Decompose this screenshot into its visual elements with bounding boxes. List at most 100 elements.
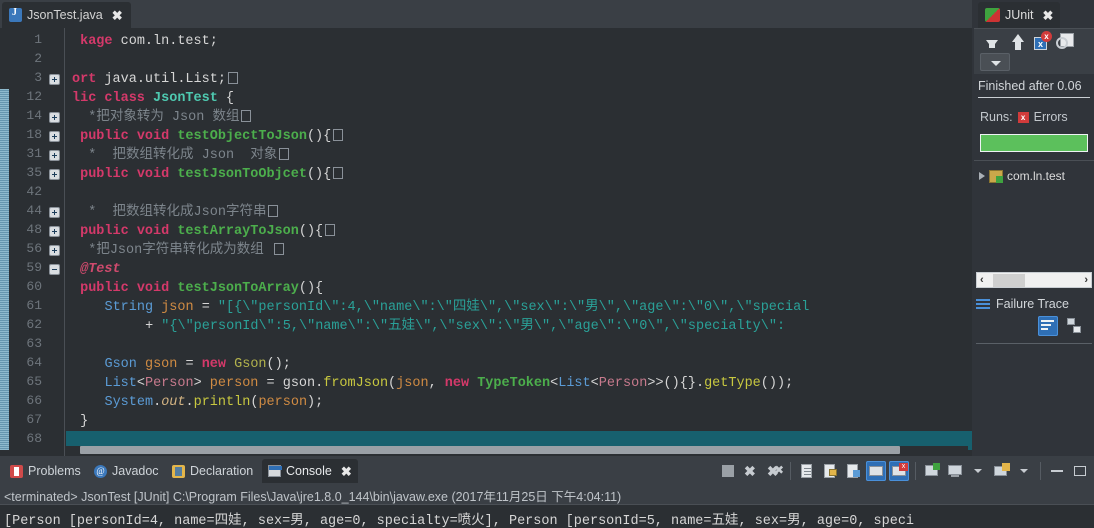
line-number: 14 [26,108,42,123]
code-line[interactable]: *把对象转为 Json 数组 [72,108,252,127]
code-line[interactable]: * 把数组转化成 Json 对象 [72,146,290,165]
code-line[interactable]: public void testArrayToJson(){ [72,222,336,241]
tab-label: Javadoc [112,464,159,478]
junit-counters: Runs: x Errors [980,110,1094,124]
display-console-dropdown-icon[interactable] [968,461,988,481]
line-number: 60 [26,279,42,294]
fold-expand-icon[interactable] [49,112,60,123]
junit-horizontal-scrollbar[interactable]: ‹ › [976,272,1092,288]
failure-trace-label: Failure Trace [996,297,1069,311]
fold-expand-icon[interactable] [49,207,60,218]
code-viewport[interactable]: 1 2 3 12 14 18 31 35 42 44 48 56 59 60 61 62 63 64 65 66 67 6… [0,28,972,456]
editor-tab-jsontest[interactable]: JsonTest.java ✖ [2,2,131,28]
scrollbar-thumb[interactable] [80,446,900,454]
code-line[interactable]: public void testObjectToJson(){ [72,127,344,146]
filter-stack-trace-icon[interactable] [1038,316,1058,336]
remove-launch-icon[interactable]: ✖ [741,461,761,481]
fold-expand-icon[interactable] [49,74,60,85]
line-number: 12 [26,89,42,104]
divider [790,462,791,480]
fold-expand-icon[interactable] [49,245,60,256]
fold-expand-icon[interactable] [49,150,60,161]
junit-progress-bar [980,134,1088,152]
scroll-left-icon[interactable]: ‹ [977,274,987,286]
close-icon[interactable]: ✖ [341,465,352,478]
code-line[interactable]: public void testJsonToArray(){ [72,279,323,298]
close-icon[interactable]: ✖ [1042,9,1053,22]
chevron-right-icon[interactable] [979,172,985,180]
minimize-icon[interactable] [1047,461,1067,481]
lock-scroll-icon[interactable] [820,461,840,481]
tab-javadoc[interactable]: @ Javadoc [88,459,165,483]
errors-label: Errors [1033,110,1068,124]
view-menu-icon[interactable] [980,53,1010,71]
close-icon[interactable]: ✖ [112,9,123,22]
line-number: 67 [26,412,42,427]
editor-marker-bar[interactable] [0,28,9,456]
code-line[interactable] [72,51,80,70]
open-console-new-icon[interactable] [991,461,1011,481]
code-line[interactable]: List<Person> person = gson.fromJson(json… [72,374,793,393]
show-failures-only-icon[interactable]: x x [1032,31,1052,51]
editor-horizontal-scrollbar[interactable] [66,446,968,454]
code-line[interactable]: public void testJsonToObjcet(){ [72,165,344,184]
pin-console-icon[interactable] [922,461,942,481]
junit-status-text: Finished after 0.06 [978,79,1082,93]
compare-results-icon[interactable] [1064,316,1084,336]
line-number: 42 [26,184,42,199]
tab-label: Console [286,464,332,478]
selection-marker [0,89,9,450]
junit-tab-label: JUnit [1005,8,1034,22]
fold-expand-icon[interactable] [49,226,60,237]
editor-tab-bar: JsonTest.java ✖ [0,0,972,28]
scrollbar-thumb[interactable] [993,274,1025,287]
code-line[interactable]: String json = "[{\"personId\":4,\"name\"… [72,298,809,317]
code-line[interactable]: System.out.println(person); [72,393,323,412]
scroll-right-icon[interactable]: › [1081,274,1091,286]
eclipse-window: JsonTest.java ✖ 123121418313542444856596… [0,0,1094,528]
code-lines[interactable]: kage com.ln.test; ort java.util.List; lic … [66,28,972,456]
divider [1040,462,1041,480]
declaration-icon [172,464,185,478]
fold-expand-icon[interactable] [49,131,60,142]
tab-console[interactable]: Console ✖ [262,459,358,483]
code-line[interactable]: * 把数组转化成Json字符串 [72,203,279,222]
code-line[interactable]: kage com.ln.test; [72,32,218,51]
line-number: 35 [26,165,42,180]
line-number: 3 [34,70,42,85]
console-icon [268,465,282,477]
code-line[interactable]: *把Json字符串转化成为数组 [72,241,284,260]
line-number: 68 [26,431,42,446]
code-line[interactable]: } [72,412,88,431]
scroll-lock-icon[interactable] [1056,31,1076,51]
console-output[interactable]: [Person [personId=4, name=四娃, sex=男, age… [0,505,1094,528]
code-line[interactable]: Gson gson = new Gson(); [72,355,290,374]
maximize-icon[interactable] [1070,461,1090,481]
scroll-lock-icon[interactable] [843,461,863,481]
errors-badge-icon: x [1017,111,1029,123]
junit-view: JUnit ✖ x x Finished after 0.06 Runs: x … [974,0,1094,456]
terminate-icon[interactable] [718,461,738,481]
open-console-icon[interactable] [797,461,817,481]
fold-expand-icon[interactable] [49,169,60,180]
code-line[interactable]: @Test [72,260,121,279]
code-line[interactable]: ort java.util.List; [72,70,238,89]
tab-declaration[interactable]: Declaration [166,459,259,483]
word-wrap-icon[interactable] [866,461,886,481]
open-console-dropdown-icon[interactable] [1014,461,1034,481]
failure-trace-toolbar [976,316,1094,338]
display-selected-console-icon[interactable] [945,461,965,481]
code-line[interactable]: + "{\"personId\":5,\"name\":\"五娃\",\"sex… [72,317,785,336]
prev-failure-icon[interactable] [1008,31,1028,51]
code-line[interactable]: lic class JsonTest { [72,89,234,108]
remove-all-terminated-icon[interactable]: ✖ ✖ [764,461,784,481]
failure-trace-header: Failure Trace [976,294,1094,314]
junit-tree-row[interactable]: com.ln.test [976,166,1094,186]
show-console-on-output-icon[interactable]: x [889,461,909,481]
next-failure-icon[interactable] [982,31,1002,51]
console-command-line: <terminated> JsonTest [JUnit] C:\Program… [0,484,1094,505]
fold-collapse-icon[interactable] [49,264,60,275]
junit-tab[interactable]: JUnit ✖ [978,2,1061,28]
tab-problems[interactable]: Problems [4,459,87,483]
line-number: 65 [26,374,42,389]
